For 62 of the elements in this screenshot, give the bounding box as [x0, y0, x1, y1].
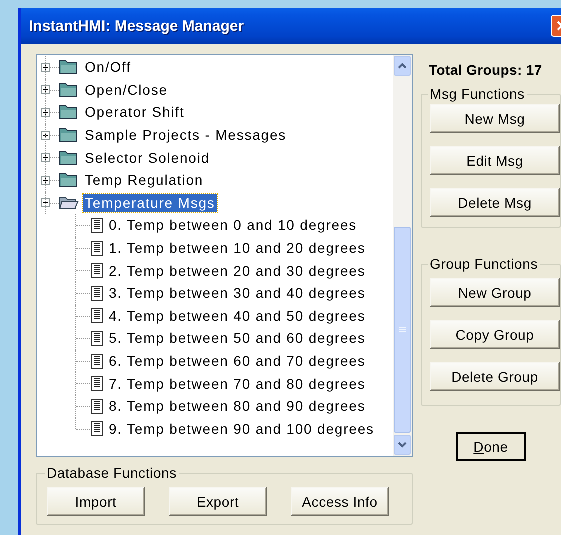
folder-icon	[59, 127, 79, 144]
tree-item[interactable]: Temp Regulation	[83, 171, 206, 190]
tree-item[interactable]: 3. Temp between 30 and 40 degrees	[107, 284, 368, 302]
folder-icon	[59, 59, 79, 76]
folder-icon	[59, 172, 79, 188]
document-icon	[91, 354, 103, 369]
tree-item[interactable]: Operator Shift	[83, 103, 187, 122]
database-button[interactable]: Export	[169, 487, 267, 516]
tree-item[interactable]: 8. Temp between 80 and 90 degrees	[107, 397, 368, 416]
database-button[interactable]: Import	[47, 487, 145, 516]
expand-icon[interactable]	[41, 153, 50, 162]
expand-icon[interactable]	[41, 62, 50, 72]
scroll-thumb[interactable]	[394, 227, 411, 433]
folder-icon	[59, 82, 79, 98]
scrollbar[interactable]	[393, 55, 412, 456]
chevron-down-icon	[398, 442, 407, 448]
group-button[interactable]: Copy Group	[430, 320, 560, 349]
expand-icon[interactable]	[41, 130, 50, 140]
tree-item[interactable]: 0. Temp between 0 and 10 degrees	[107, 216, 360, 234]
tree-item[interactable]: 5. Temp between 50 and 60 degrees	[107, 329, 368, 348]
expand-icon[interactable]	[41, 176, 50, 185]
tree-item[interactable]: On/Off	[83, 58, 134, 76]
done-button[interactable]: Done	[456, 432, 526, 461]
msg-button[interactable]: New Msg	[430, 104, 560, 133]
group-title: Msg Functions	[429, 86, 526, 102]
folder-icon	[59, 150, 79, 166]
document-icon	[91, 421, 103, 436]
tree-item[interactable]: 4. Temp between 40 and 50 degrees	[107, 306, 368, 325]
tree-item[interactable]: Selector Solenoid	[83, 148, 212, 167]
document-icon	[91, 308, 103, 324]
document-icon	[91, 376, 103, 392]
tree-item[interactable]: 9. Temp between 90 and 100 degrees	[107, 420, 376, 438]
tree-item[interactable]: 1. Temp between 10 and 20 degrees	[107, 239, 368, 258]
chevron-up-icon	[398, 63, 407, 69]
document-icon	[91, 263, 103, 278]
document-icon	[91, 218, 103, 233]
tree-item[interactable]: Open/Close	[83, 80, 170, 99]
expand-icon[interactable]	[41, 108, 50, 117]
document-icon	[91, 240, 103, 256]
tree-item[interactable]: 6. Temp between 60 and 70 degrees	[107, 352, 368, 370]
collapse-icon[interactable]	[41, 198, 50, 208]
open-folder-icon	[59, 194, 79, 211]
tree-item[interactable]: 2. Temp between 20 and 30 degrees	[107, 262, 368, 280]
document-icon	[91, 398, 103, 414]
scroll-down-button[interactable]	[394, 435, 411, 455]
window-title: InstantHMI: Message Manager	[29, 18, 244, 34]
expand-icon[interactable]	[41, 85, 50, 94]
total-groups-label: Total Groups: 17	[429, 62, 544, 78]
msg-button[interactable]: Edit Msg	[430, 146, 560, 175]
group-title: Database Functions	[46, 465, 178, 481]
scroll-up-button[interactable]	[394, 56, 411, 76]
group-title: Group Functions	[429, 256, 539, 272]
database-button[interactable]: Access Info	[291, 487, 389, 516]
group-button[interactable]: New Group	[430, 278, 560, 307]
group-button[interactable]: Delete Group	[430, 362, 560, 391]
tree-item[interactable]: 7. Temp between 70 and 80 degrees	[107, 374, 368, 393]
document-icon	[91, 330, 103, 346]
tree-item[interactable]: Sample Projects - Messages	[83, 126, 289, 144]
tree-item[interactable]: Temperature Msgs	[83, 194, 218, 212]
folder-icon	[59, 104, 79, 120]
document-icon	[91, 286, 103, 301]
msg-button[interactable]: Delete Msg	[430, 188, 560, 217]
